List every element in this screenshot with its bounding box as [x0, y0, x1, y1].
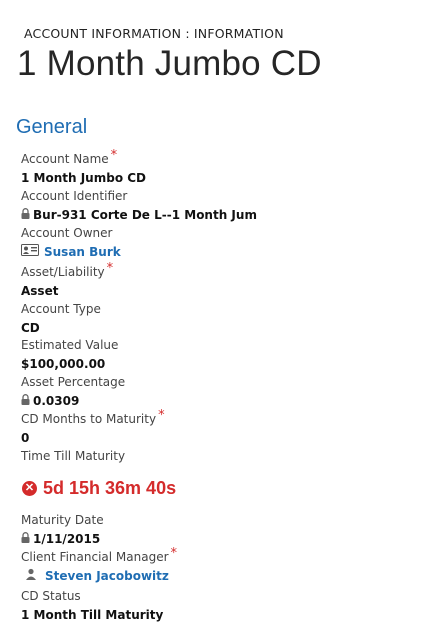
lock-icon — [21, 392, 30, 410]
required-asterisk: * — [110, 148, 118, 163]
field-account-owner: Account Owner Susan Burk — [21, 225, 121, 261]
field-label: Asset Percentage — [21, 375, 126, 389]
field-estimated-value: Estimated Value $100,000.00 — [21, 337, 118, 373]
asset-percentage-value: 0.0309 — [21, 392, 125, 410]
required-asterisk: * — [106, 261, 114, 276]
field-client-financial-manager: Client Financial Manager * Steven Jacobow… — [21, 546, 178, 585]
field-cd-months-to-maturity: CD Months to Maturity * 0 — [21, 408, 165, 447]
field-account-type: Account Type CD — [21, 301, 101, 337]
error-x-icon: ✕ — [22, 481, 37, 496]
account-identifier-value: Bur-931 Corte De L--1 Month Jum — [21, 206, 257, 224]
field-asset-percentage: Asset Percentage 0.0309 — [21, 374, 125, 410]
asset-liability-value[interactable]: Asset — [21, 282, 113, 300]
field-asset-liability: Asset/Liability * Asset — [21, 261, 114, 300]
person-icon — [25, 567, 37, 585]
maturity-date-value: 1/11/2015 — [21, 530, 104, 548]
field-account-identifier: Account Identifier Bur-931 Corte De L--1… — [21, 188, 257, 224]
cd-months-value[interactable]: 0 — [21, 429, 165, 447]
estimated-value-value[interactable]: $100,000.00 — [21, 355, 118, 373]
field-label: Account Name * — [21, 148, 118, 166]
field-label: Client Financial Manager * — [21, 546, 178, 564]
field-account-name: Account Name * 1 Month Jumbo CD — [21, 148, 146, 187]
account-owner-link[interactable]: Susan Burk — [21, 243, 121, 261]
field-label: CD Months to Maturity * — [21, 408, 165, 426]
countdown-timer: ✕ 5d 15h 36m 40s — [22, 478, 176, 499]
field-maturity-date: Maturity Date 1/11/2015 — [21, 512, 104, 548]
required-asterisk: * — [170, 546, 178, 561]
cd-status-value[interactable]: 1 Month Till Maturity — [21, 606, 163, 624]
lock-icon — [21, 206, 30, 224]
field-label: Account Identifier — [21, 189, 128, 203]
section-header-general[interactable]: General — [16, 116, 87, 139]
field-label: Maturity Date — [21, 513, 104, 527]
countdown-value: 5d 15h 36m 40s — [43, 478, 177, 498]
field-label: Time Till Maturity — [21, 449, 126, 463]
required-asterisk: * — [158, 408, 165, 423]
user-card-icon — [21, 243, 39, 261]
account-name-value[interactable]: 1 Month Jumbo CD — [21, 169, 146, 187]
breadcrumb: ACCOUNT INFORMATION : INFORMATION — [24, 26, 284, 41]
field-label: Account Owner — [21, 226, 113, 240]
field-label: CD Status — [21, 589, 81, 603]
account-type-value[interactable]: CD — [21, 319, 101, 337]
field-label: Asset/Liability * — [21, 261, 114, 279]
field-time-till-maturity: Time Till Maturity — [21, 448, 125, 464]
field-cd-status: CD Status 1 Month Till Maturity — [21, 588, 163, 624]
field-label: Account Type — [21, 302, 101, 316]
lock-icon — [21, 530, 30, 548]
field-label: Estimated Value — [21, 338, 119, 352]
client-financial-manager-link[interactable]: Steven Jacobowitz — [21, 567, 177, 585]
page-title: 1 Month Jumbo CD — [17, 44, 322, 83]
